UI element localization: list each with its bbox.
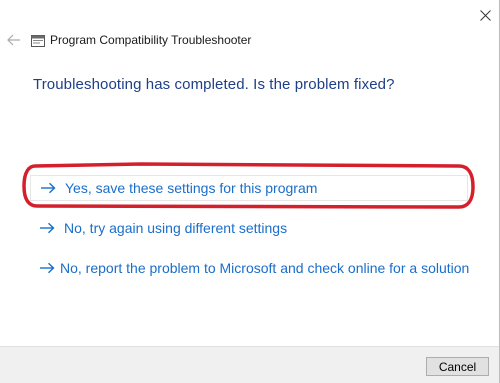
back-button[interactable]	[4, 30, 24, 50]
close-button[interactable]	[471, 2, 499, 28]
cancel-button[interactable]: Cancel	[426, 357, 489, 376]
back-arrow-icon	[7, 34, 20, 46]
close-icon	[479, 9, 491, 21]
footer-bar	[0, 346, 499, 383]
page-heading: Troubleshooting has completed. Is the pr…	[33, 76, 395, 93]
arrow-right-icon	[39, 221, 59, 235]
option-label: No, report the problem to Microsoft and …	[60, 260, 470, 276]
troubleshooter-app-icon	[31, 34, 45, 47]
window-title: Program Compatibility Troubleshooter	[50, 33, 252, 47]
option-yes-save-settings[interactable]: Yes, save these settings for this progra…	[30, 175, 468, 201]
arrow-right-icon	[39, 261, 55, 275]
option-label: Yes, save these settings for this progra…	[65, 180, 318, 196]
option-label: No, try again using different settings	[64, 220, 288, 236]
troubleshooter-window: Program Compatibility Troubleshooter Tro…	[0, 0, 500, 383]
option-no-try-again[interactable]: No, try again using different settings	[30, 216, 468, 240]
arrow-right-icon	[40, 181, 60, 195]
option-no-report-problem[interactable]: No, report the problem to Microsoft and …	[30, 256, 470, 280]
